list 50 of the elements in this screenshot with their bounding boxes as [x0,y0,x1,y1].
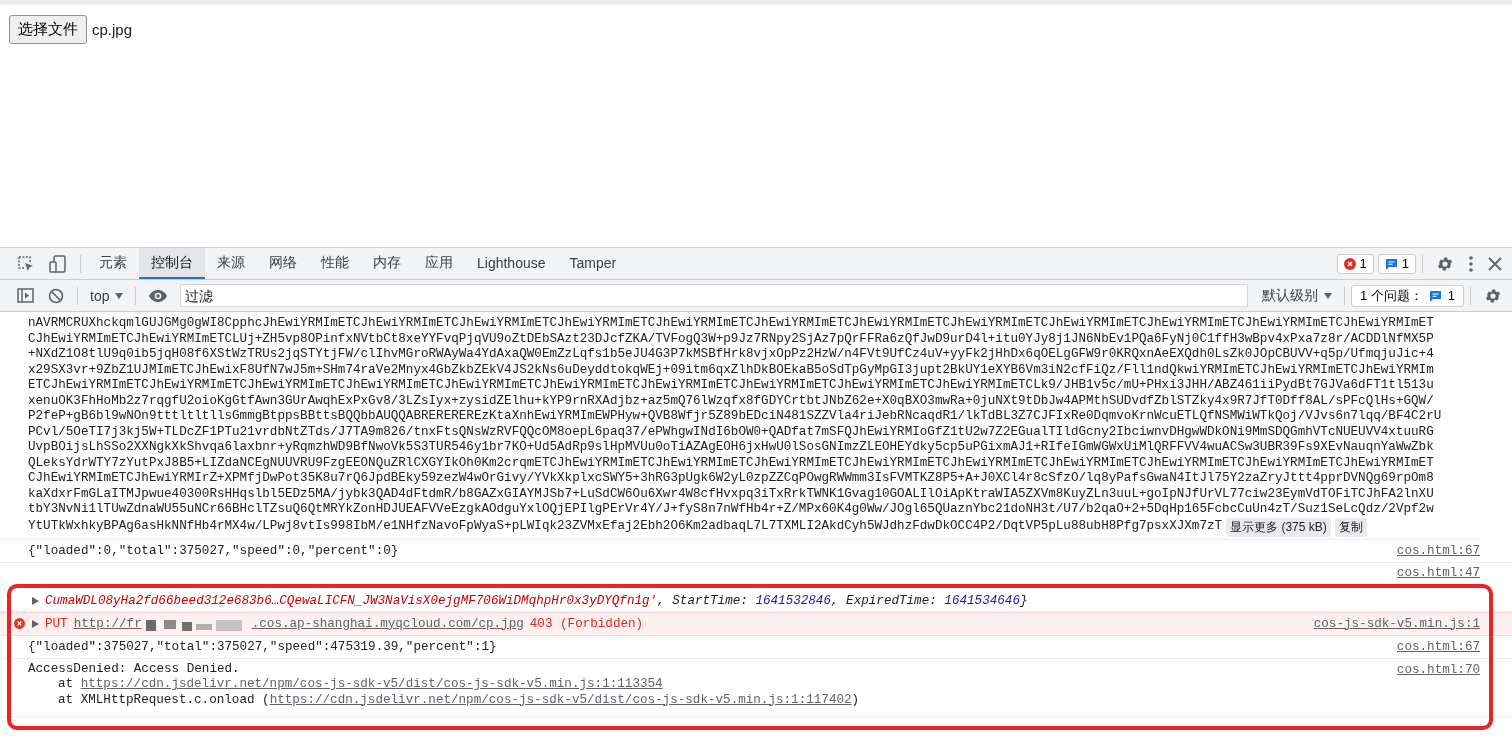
http-method: PUT [45,616,68,631]
devtools-tab[interactable]: 内存 [361,248,413,279]
log-text-line: tbY3NvNi1lTUwZdnaWU55uNCr66BHclTZsuQ6QtMRYkZonHDJUEAFVVeEzgkAOdguYxlOQjEPIlgPErVr4Y/J+fyS8n7nWfHb4r+Z/MPx60K4g0Ww/JOgl65QUaznYbc21doNH3t/U7/b2qaO+2+5DqHp165FcbcCuUn4zT/Suz1SeLcQdz/2Vpf2w [28,502,1435,518]
log-text-line: kaXdxrFmGLaITMJpwue40300RsHHqslbl5EDz5MA/jybk3QAD4dFtdmR/b8GAZxGIAYMJSb7+LuSdCW6Ou6Xwr4W8cfHvxpq3iTxRrkTWNK1Gvag10GOALIlOiApKtraWIA5ZXVm8KuyZLn3uuL+goIpNJfUrVL77ciw23EymVdTOFiTCJhFA2lnXU [28,486,1435,502]
devtools-tab[interactable]: 来源 [205,248,257,279]
stack-frame-link[interactable]: https://cdn.jsdelivr.net/npm/cos-js-sdk-v5/dist/cos-js-sdk-v5.min.js:1:113354 [80,677,663,693]
stack-frame-text: ) [851,692,860,708]
context-dropdown[interactable]: top [84,287,130,304]
request-url-link[interactable]: http://fr .cos.ap-shanghai.myqcloud.com/cp.jpg [73,616,524,631]
devtools-tab[interactable]: 网络 [257,248,309,279]
log-text-line: P2feP+gB6bl9wNOn9tttltltllsGmmgBtppsBBttsBQQbbAUQQABREREREREzKtaXnhEwiYRMImEWPHyw+QVB8Wfjr5Z89bEDciN481SZZVla4riJebRNcaqdR1/lkTdBL3Z7CJFIxRe0DqmvoKrnWcuETLQfNSMWiWTkQoj/VJvs6n7lqq/BF4C2rU [28,409,1443,425]
source-link[interactable]: cos.html:67 [1396,639,1480,654]
log-text-line: CJhEwiYRMImETCJhEwiYRMIrZ+XPMfjDwPot35K8u7rQ6JpdBEky59zezW4wOrGivy/YVkXkplxcSWY5+3hRG3pUgk6W2yL0zpZZCqPOwgRWWmm3IsFVMTKZ8P5+A+J0XCl4r8cSfzO/lq8yPafsGwaN4ItJl75Y2zaZryJttt4pprDVNQg69rpOm8 [28,471,1435,487]
source-link[interactable]: cos.html:67 [1396,543,1480,558]
stack-frame-link[interactable]: https://cdn.jsdelivr.net/npm/cos-js-sdk-v5/dist/cos-js-sdk-v5.min.js:1:117402 [269,692,852,708]
log-message: {"loaded":375027,"total":375027,"speed":475319.39,"percent":1} [28,639,497,654]
error-count-badge[interactable]: 1 [1336,253,1374,274]
message-count-badge[interactable]: 1 [1377,253,1416,274]
devtools-tab[interactable]: 控制台 [139,248,205,279]
log-text-line: UvpBOijsLhSSo2XXNgkXkShvqa6laxbnr+yRqmzhWD9BfNwoVk5S3TUR546y1br7KO+Ud5AdRp9slHpMVUu0oTiAZAgEOH6jxHwU0lSosGNImzZLEOHEYdky5cp5uPGixmAJ1+RIfeIGmWGWxUiMlQRFFVV4wuACSw3UBR39Fs9XEvNauqnYaWwZbk [28,440,1435,456]
log-text-line: QLeksYdrWTY7zYutPxJ8B5+LIZdaNCEgNUUVRU9FzgEEONQuZRlCXGYIkOh0Km2crqmETCJhEwiYRMImETCJhEwiYRMImETCJhEwiYRMImETCJhEwiYRMImETCJhEwiYRMImETCJhEwiYRMImETCJhEwiYRMImETCJhEwiYRMImETCJhEwiYRMImET [28,455,1435,471]
devtools-tab[interactable]: 元素 [87,248,139,279]
stack-frame-text: at [58,677,75,693]
log-text-line: nAVRMCRUXhckqmlGUJGMg0gWI8CpphcJhEwiYRMImETCJhEwiYRMImETCJhEwiYRMImETCJhEwiYRMImETCJhEwiYRMImETCJhEwiYRMImETCJhEwiYRMImETCJhEwiYRMImETCJhEwiYRMImETCJhEwiYRMImETCJhEwiYRMImETCJhEwiYRMImET [28,316,1435,332]
log-text-line: +NXdZ1O8tlU9q0ib5jqH08f6XStWzTRUs2jqSTYtjFW/clIhvMGroRWAyWa4YdAxaQW0EmZzLqfs1b5eJU4G3P7kMSBfHrk8vjxOpPz2HzW/n4FVt9UfCz4uV+yyFk2jHhDx6qOELgGFW9r0KRQxnAeEXQdh0LsZk0JOpCBUVV+q5p/UfmqjuJic+4 [28,347,1435,363]
log-message: {"loaded":0,"total":375027,"speed":0,"percent":0} [28,543,399,558]
devtools-tab[interactable]: 性能 [309,248,361,279]
choose-file-button[interactable]: 选择文件 [9,15,87,44]
source-link[interactable]: cos-js-sdk-v5.min.js:1 [1313,616,1480,631]
log-text-line: PCvl/5OeTI7j3kj5W+TLDcZF1PTu21vrdbNtZTds/J7TA9m826/tnxFtsQNsWzRVFQQcOM8oepL6paq37/ePWhgwINdI6bOW0+QADfat7mSFQJhEwiYRMIoGfZ1tU2w7Z2EGualTIldGcny2IbciwnvDHgwWDkONi9MmSDQGmhVTcNUEUVV4xtuuRG [28,424,1435,440]
log-text-line: xenuOK3FhHoMb2z7rqgfU2oioKgGtfAwn3GUrAwqhExPxGv8/3LZsIyx+zysidZElhu+kYP9rnRXAdjbz+az5mQ76lWzqfx8fGDYCrtbtJNbZ62e+X0qBXO3mwRa+0juNXt9tDbJw4APMthSUDvdfZblSTZky4x9R7JfT0Dff8AL/sPFcQlHs+GQW/ [28,393,1435,409]
log-level-dropdown[interactable]: 默认级别 [1255,286,1338,305]
log-text-line: YtUTkWxhkyBPAg6asHkNNfHb4rMX4w/LPwj8vtIs998IbM/e1NHfzNavoFpWyaS+pLWIqk23ZVMxEfaj2Ebh2O6Km2adbaqL7L7TXMLI2AkdCyh5WJdhzFdwDkOCC4P2/DqtVP5pLu88ubH8Pfg7psxXJXm7zT [28,519,1223,535]
log-text-line: ETCJhEwiYRMImETCJhEwiYRMImETCJhEwiYRMImETCJhEwiYRMImETCJhEwiYRMImETCJhEwiYRMImETCJhEwiYRMImETCJhEwiYRMImETCJhEwiYRMImETCJhEwiYRMImETCLk9/JHB1v5c/mU+PHxi3JHH/ABZ461iiPydBt7GJVa6dFT1tl513u [28,378,1435,394]
issues-button[interactable]: 1 个问题： 1 [1350,284,1464,307]
devtools-tab[interactable]: Lighthouse [465,248,558,279]
source-link[interactable]: cos.html:47 [1396,564,1480,580]
status-text: 403 (Forbidden) [529,616,644,631]
object-preview: CumaWDL08yHa2fd66beed312e683b6…CQewaLICFN_JW3NaVisX0ejgMF706WiDMqhpHr0x3yDYQfn1g', StartTime: 1641532846, ExpiredTime: 1641534646} [45,593,1028,608]
devtools-tab[interactable]: 应用 [413,248,465,279]
source-link[interactable]: cos.html:70 [1396,661,1480,677]
stack-frame-text: at XMLHttpRequest.c.onload ( [58,692,270,708]
copy-button[interactable]: 复制 [1334,517,1367,537]
log-text-line: x29SX3vr+9ZbZ1UJMImETCJhEwixF8UfN7wJ5m+SHm74raVe2Mnyx4GbZkbZEkV4JS2kNs6uDeyddtokqWEj+09itm6qxZlhDkBOEkaB5oSdTpGyMpGI3jupt2BkUY1eXYB6Vm3iN2cfFiQz/Fll1ndQkwiYRMImETCJhEwiYRMImETCJhEwiYRMIm [28,362,1435,378]
log-text-line: CJhEwiYRMImETCJhEwiYRMImETCLUj+ZH5vp8OPinfxNVtbCt8xeYYFvqPjqVU9oZtDEbSAzt23DJcfZKA/TVFogQ3W+p9Jz7RNpy2SjAz7pQrFFRa6zQfJwD9urD4l+itu0YJy8j1JN6NbEv1PQa6FyNj0C1ffH3wBpv4xPxa7z8r/ACDDlNfMX5P [28,331,1435,347]
file-name: cp.jpg [92,21,133,38]
error-message: AccessDenied: Access Denied. [28,661,241,677]
devtools-tab[interactable]: Tamper [557,248,629,279]
show-more-button[interactable]: 显示更多 (375 kB) [1226,517,1331,537]
filter-field[interactable]: 过滤 [180,284,1248,307]
